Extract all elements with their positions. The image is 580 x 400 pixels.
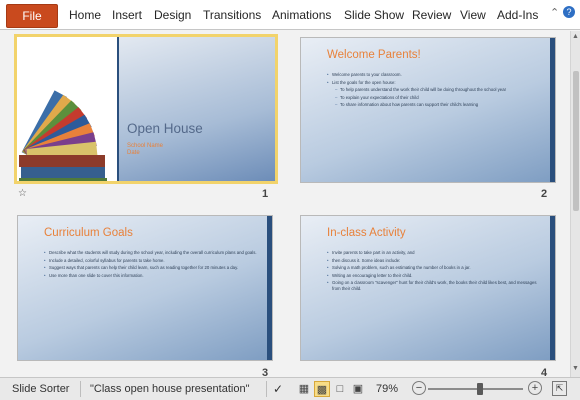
slide-thumbnail-1[interactable]: Open House School Name Date (14, 34, 278, 184)
zoom-slider-thumb[interactable] (477, 383, 484, 395)
help-icon[interactable]: ? (563, 6, 575, 18)
slide-sorter-view-icon[interactable]: ▩ (314, 381, 330, 397)
slide-1-subtitle: School Name Date (127, 143, 163, 157)
slide-accent-bar (550, 216, 555, 360)
slide-2-title: Welcome Parents! (327, 49, 421, 61)
tab-add-ins[interactable]: Add-Ins (497, 8, 538, 22)
zoom-level[interactable]: 79% (376, 383, 398, 395)
slide-4-title: In-class Activity (327, 227, 406, 239)
slide-accent-bar (267, 216, 272, 360)
transition-star-icon[interactable]: ☆ (18, 188, 27, 199)
slide-3-title: Curriculum Goals (44, 227, 133, 239)
slide-accent-bar (550, 38, 555, 182)
zoom-out-button[interactable]: − (412, 381, 426, 395)
sub-bullet: To explain your expectations of their ch… (335, 95, 542, 101)
reading-view-icon[interactable]: □ (332, 381, 348, 397)
tab-view[interactable]: View (460, 8, 486, 22)
tab-review[interactable]: Review (412, 8, 451, 22)
sub-bullet: To share information about how parents c… (335, 102, 542, 108)
slide-number-3: 3 (262, 367, 269, 377)
normal-view-icon[interactable]: ▦ (296, 381, 312, 397)
slide-sorter-pane: Open House School Name Date ☆ 1 Welcome … (0, 31, 570, 377)
ribbon-tab-bar: File Home Insert Design Transitions Anim… (0, 0, 580, 30)
bullet: Suggest ways that parents can help their… (44, 265, 259, 271)
bullet: Include a detailed, colorful syllabus fo… (44, 258, 259, 264)
tab-animations[interactable]: Animations (272, 8, 331, 22)
tab-design[interactable]: Design (154, 8, 191, 22)
tab-slide-show[interactable]: Slide Show (344, 8, 404, 22)
slide-3-bullets: Describe what the students will study du… (44, 250, 259, 280)
scroll-up-icon[interactable]: ▲ (572, 33, 579, 40)
slide-1-date: Date (127, 150, 140, 156)
slide-number-4: 4 (541, 367, 548, 377)
slide-thumbnail-4[interactable]: In-class Activity Invite parents to take… (300, 215, 556, 361)
bullet: List the goals for the open house: (327, 80, 542, 86)
books-image (17, 37, 117, 181)
bullet: Going on a classroom "scavenger" hunt fo… (327, 280, 542, 291)
scrollbar-thumb[interactable] (573, 71, 579, 211)
zoom-slider-track[interactable] (428, 388, 523, 390)
file-tab-button[interactable]: File (6, 4, 58, 28)
bullet: Describe what the students will study du… (44, 250, 259, 256)
file-title-label: "Class open house presentation" (90, 383, 250, 395)
title-slide-background (119, 37, 275, 181)
status-divider (266, 381, 267, 397)
slide-2-bullets: Welcome parents to your classroom. List … (327, 72, 542, 110)
sub-bullet: To help parents understand the work thei… (335, 87, 542, 93)
zoom-in-button[interactable]: + (528, 381, 542, 395)
chevron-up-icon[interactable]: ⌃ (550, 6, 559, 19)
slide-number-1: 1 (262, 188, 269, 200)
slide-4-bullets: Invite parents to take part in an activi… (327, 250, 542, 293)
scroll-down-icon[interactable]: ▼ (572, 365, 579, 372)
slide-thumbnail-3[interactable]: Curriculum Goals Describe what the stude… (17, 215, 273, 361)
bullet: Writing an encouraging letter to their c… (327, 273, 542, 279)
status-bar: Slide Sorter "Class open house presentat… (0, 377, 580, 400)
status-divider (80, 381, 81, 397)
slide-number-2: 2 (541, 188, 548, 200)
slide-thumbnail-2[interactable]: Welcome Parents! Welcome parents to your… (300, 37, 556, 183)
slide-show-view-icon[interactable]: ▣ (350, 381, 366, 397)
bullet: Use more than one slide to cover this in… (44, 273, 259, 279)
language-icon[interactable]: ✓ (273, 382, 283, 396)
bullet: Solving a math problem, such as estimati… (327, 265, 542, 271)
view-name-label: Slide Sorter (12, 383, 70, 395)
slide-1-title: Open House (127, 121, 203, 136)
slide-1-school-name: School Name (127, 143, 164, 149)
tab-transitions[interactable]: Transitions (203, 8, 261, 22)
bullet: Invite parents to take part in an activi… (327, 250, 542, 256)
vertical-scrollbar[interactable]: ▲ ▼ (570, 31, 580, 377)
fit-to-window-icon[interactable]: ⇱ (552, 381, 567, 396)
bullet: then discuss it. Some ideas include: (327, 258, 542, 264)
tab-insert[interactable]: Insert (112, 8, 142, 22)
bullet: Welcome parents to your classroom. (327, 72, 542, 78)
tab-home[interactable]: Home (69, 8, 101, 22)
